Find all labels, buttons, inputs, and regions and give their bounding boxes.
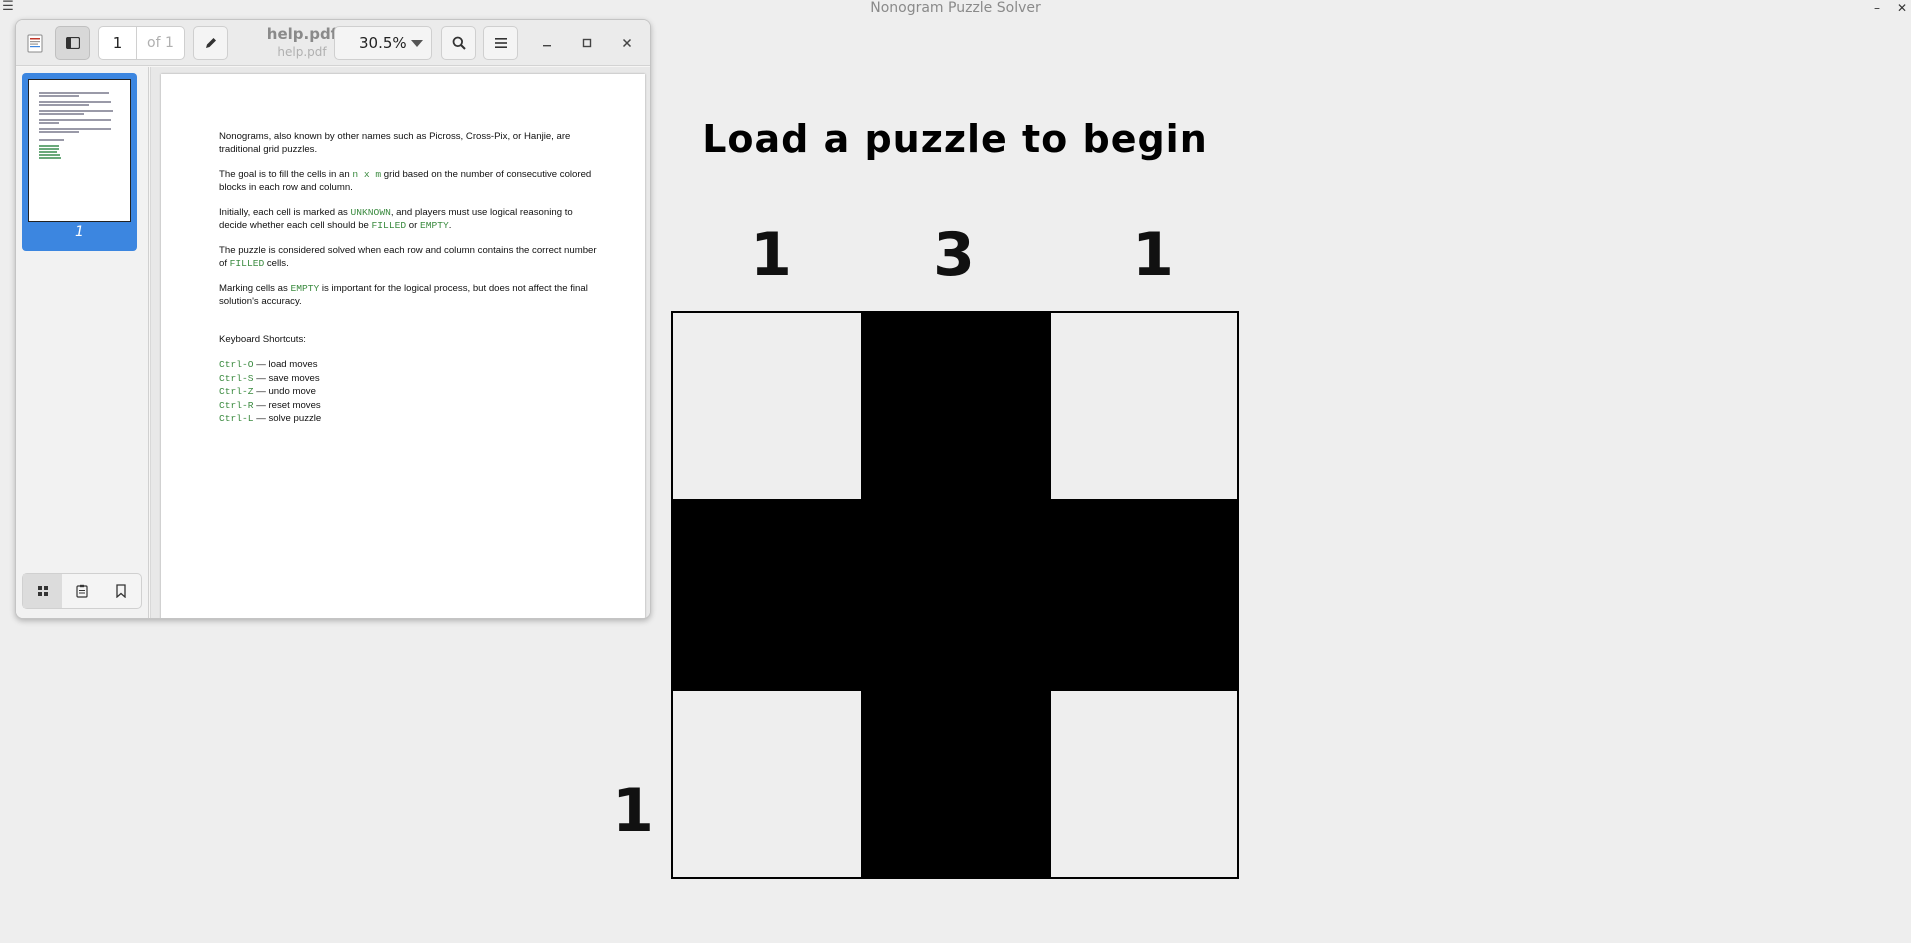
grid-cell[interactable] xyxy=(1051,313,1237,499)
grid-cell[interactable] xyxy=(861,313,1051,499)
close-button[interactable]: ✕ xyxy=(1895,0,1909,16)
sidebar-toggle-button[interactable] xyxy=(55,26,90,60)
paragraph-initial: Initially, each cell is marked as UNKNOW… xyxy=(219,207,573,231)
viewer-minimize-button[interactable] xyxy=(534,30,560,56)
bookmark-icon xyxy=(116,584,126,598)
document-viewer-app-icon[interactable] xyxy=(24,32,46,54)
paragraph-intro: Nonograms, also known by other names suc… xyxy=(219,131,571,155)
page-count-label: of 1 xyxy=(147,35,174,51)
sidebar-icon xyxy=(65,37,80,49)
zoom-dropdown[interactable]: 30.5% xyxy=(334,26,432,60)
row-clue-3: 1 xyxy=(612,776,654,846)
main-menu-button[interactable] xyxy=(483,26,518,60)
shortcuts-heading: Keyboard Shortcuts: xyxy=(219,334,306,345)
thumbnail-sidebar: 1 xyxy=(16,67,149,618)
hamburger-menu-icon xyxy=(494,38,507,48)
zoom-value: 30.5% xyxy=(359,34,407,52)
puzzle-grid xyxy=(671,311,1239,879)
annotate-button[interactable] xyxy=(193,26,228,60)
current-page-input[interactable]: 1 xyxy=(99,27,137,59)
shortcuts-list: Ctrl-O — load moves Ctrl-S — save moves … xyxy=(219,358,599,426)
page-thumbnail-image xyxy=(28,79,131,222)
shortcut-item: Ctrl-S — save moves xyxy=(219,372,320,384)
grid-cell[interactable] xyxy=(861,499,1051,691)
window-title: Nonogram Puzzle Solver xyxy=(870,0,1041,16)
paragraph-solved: The puzzle is considered solved when eac… xyxy=(219,245,597,269)
minimize-button[interactable]: – xyxy=(1870,0,1884,16)
chevron-down-icon xyxy=(411,40,423,47)
shortcut-item: Ctrl-Z — undo move xyxy=(219,386,316,398)
pdf-viewer-window: 1 of 1 help.pdf help.pdf 30.5% 1 Nonogra… xyxy=(15,19,651,619)
sidebar-mode-switcher xyxy=(22,573,142,609)
viewer-headerbar: 1 of 1 help.pdf help.pdf 30.5% xyxy=(16,20,650,66)
close-icon xyxy=(622,38,632,48)
minimize-icon xyxy=(543,45,551,47)
grid-cell[interactable] xyxy=(1051,691,1237,877)
shortcut-item: Ctrl-L — solve puzzle xyxy=(219,413,322,425)
column-clue-1: 1 xyxy=(750,220,792,290)
shortcut-item: Ctrl-O — load moves xyxy=(219,359,318,370)
search-button[interactable] xyxy=(441,26,476,60)
grid-cell[interactable] xyxy=(861,691,1051,877)
column-clue-3: 1 xyxy=(1132,220,1174,290)
grid-icon xyxy=(37,586,48,596)
column-clue-2: 3 xyxy=(933,220,975,290)
page-thumbnail-selected[interactable]: 1 xyxy=(22,73,137,251)
grid-cell[interactable] xyxy=(673,313,861,499)
thumbnails-tab[interactable] xyxy=(23,574,63,608)
shortcut-item: Ctrl-R — reset moves xyxy=(219,399,321,411)
viewer-maximize-button[interactable] xyxy=(574,30,600,56)
help-text: Nonograms, also known by other names suc… xyxy=(219,130,599,426)
clipboard-icon xyxy=(76,584,88,598)
paragraph-goal: The goal is to fill the cells in an n x … xyxy=(219,169,592,193)
outline-tab[interactable] xyxy=(62,574,101,608)
thumbnail-page-number: 1 xyxy=(75,224,84,240)
viewer-close-button[interactable] xyxy=(614,30,640,56)
grid-cell[interactable] xyxy=(1051,499,1237,691)
pdf-page: Nonograms, also known by other names suc… xyxy=(161,74,645,618)
main-titlebar: ☰ Nonogram Puzzle Solver – ✕ xyxy=(0,0,1911,17)
paragraph-marking: Marking cells as EMPTY is important for … xyxy=(219,283,588,307)
grid-cell[interactable] xyxy=(673,499,861,691)
page-number-field[interactable]: 1 of 1 xyxy=(98,26,185,60)
document-area[interactable]: Nonograms, also known by other names suc… xyxy=(150,67,650,618)
maximize-icon xyxy=(582,38,592,48)
pencil-icon xyxy=(205,38,216,48)
search-icon xyxy=(452,36,466,50)
puzzle-heading: Load a puzzle to begin xyxy=(702,117,1208,161)
grid-cell[interactable] xyxy=(673,691,861,877)
bookmarks-tab[interactable] xyxy=(102,574,141,608)
